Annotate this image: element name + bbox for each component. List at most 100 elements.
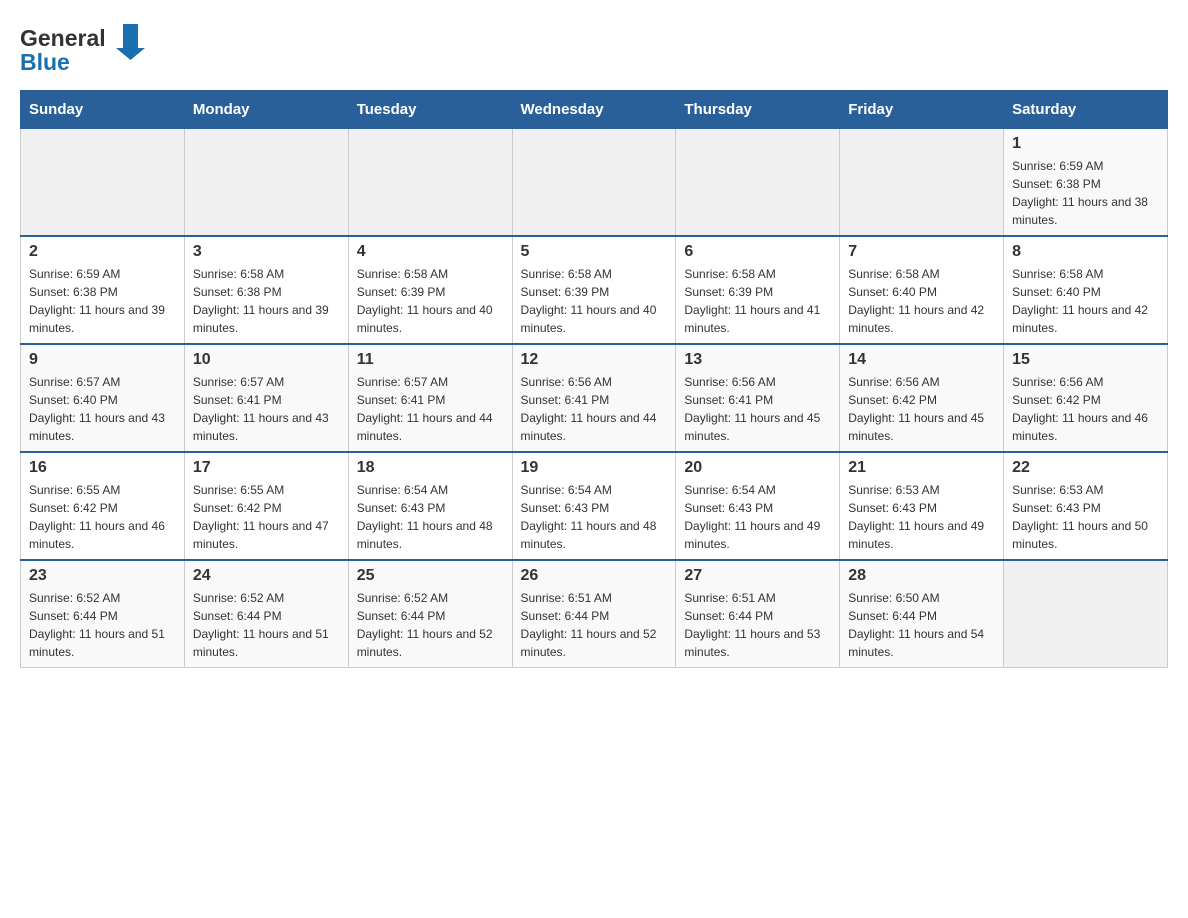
day-number: 6 [684, 243, 831, 261]
day-info: Sunrise: 6:51 AM Sunset: 6:44 PM Dayligh… [521, 589, 668, 661]
logo-svg: General Blue [20, 20, 150, 80]
day-number: 21 [848, 459, 995, 477]
day-info: Sunrise: 6:58 AM Sunset: 6:39 PM Dayligh… [357, 265, 504, 337]
day-info: Sunrise: 6:57 AM Sunset: 6:41 PM Dayligh… [357, 373, 504, 445]
calendar-day-cell: 22Sunrise: 6:53 AM Sunset: 6:43 PM Dayli… [1004, 452, 1168, 560]
calendar-day-cell: 20 Sunrise: 6:54 AM Sunset: 6:43 PM Dayli… [676, 452, 840, 560]
calendar-day-cell [1004, 560, 1168, 668]
page-header: General Blue [20, 20, 1168, 80]
logo: General Blue [20, 20, 150, 80]
day-info: Sunrise: 6:59 AM Sunset: 6:38 PM Dayligh… [29, 265, 176, 337]
calendar-day-cell: 10 Sunrise: 6:57 AM Sunset: 6:41 PM Dayli… [184, 344, 348, 452]
day-number: 22 [1012, 459, 1159, 477]
day-number: 8 [1012, 243, 1159, 261]
calendar-day-cell: 5 Sunrise: 6:58 AM Sunset: 6:39 PM Daylig… [512, 236, 676, 344]
day-info: Sunrise: 6:52 AM Sunset: 6:44 PM Dayligh… [357, 589, 504, 661]
svg-text:Blue: Blue [20, 49, 70, 75]
day-number: 12 [521, 351, 668, 369]
day-number: 5 [521, 243, 668, 261]
calendar-day-cell [512, 129, 676, 237]
calendar-day-cell: 18 Sunrise: 6:54 AM Sunset: 6:43 PM Dayli… [348, 452, 512, 560]
calendar-day-cell [840, 129, 1004, 237]
calendar-day-cell [676, 129, 840, 237]
calendar-week-row: 2 Sunrise: 6:59 AM Sunset: 6:38 PM Daylig… [21, 236, 1168, 344]
calendar-week-row: 1 Sunrise: 6:59 AM Sunset: 6:38 PM Daylig… [21, 129, 1168, 237]
day-info: Sunrise: 6:55 AM Sunset: 6:42 PM Dayligh… [29, 481, 176, 553]
calendar-day-cell: 14 Sunrise: 6:56 AM Sunset: 6:42 PM Dayli… [840, 344, 1004, 452]
col-header-sunday: Sunday [21, 91, 185, 129]
day-info: Sunrise: 6:58 AM Sunset: 6:39 PM Dayligh… [684, 265, 831, 337]
calendar-day-cell: 24 Sunrise: 6:52 AM Sunset: 6:44 PM Dayli… [184, 560, 348, 668]
day-info: Sunrise: 6:58 AM Sunset: 6:40 PM Dayligh… [1012, 265, 1159, 337]
day-number: 13 [684, 351, 831, 369]
calendar-day-cell: 8 Sunrise: 6:58 AM Sunset: 6:40 PM Daylig… [1004, 236, 1168, 344]
day-number: 18 [357, 459, 504, 477]
calendar-day-cell [348, 129, 512, 237]
day-info: Sunrise: 6:56 AM Sunset: 6:42 PM Dayligh… [848, 373, 995, 445]
day-number: 16 [29, 459, 176, 477]
day-info: Sunrise: 6:54 AM Sunset: 6:43 PM Dayligh… [684, 481, 831, 553]
calendar-day-cell: 11 Sunrise: 6:57 AM Sunset: 6:41 PM Dayli… [348, 344, 512, 452]
day-info: Sunrise: 6:54 AM Sunset: 6:43 PM Dayligh… [521, 481, 668, 553]
calendar-day-cell: 21 Sunrise: 6:53 AM Sunset: 6:43 PM Dayli… [840, 452, 1004, 560]
day-info: Sunrise: 6:51 AM Sunset: 6:44 PM Dayligh… [684, 589, 831, 661]
day-info: Sunrise: 6:52 AM Sunset: 6:44 PM Dayligh… [29, 589, 176, 661]
day-info: Sunrise: 6:59 AM Sunset: 6:38 PM Dayligh… [1012, 157, 1159, 229]
day-number: 4 [357, 243, 504, 261]
day-info: Sunrise: 6:58 AM Sunset: 6:40 PM Dayligh… [848, 265, 995, 337]
day-info: Sunrise: 6:53 AM Sunset: 6:43 PM Dayligh… [848, 481, 995, 553]
day-number: 14 [848, 351, 995, 369]
calendar-day-cell: 19 Sunrise: 6:54 AM Sunset: 6:43 PM Dayli… [512, 452, 676, 560]
day-number: 23 [29, 567, 176, 585]
day-number: 27 [684, 567, 831, 585]
day-number: 26 [521, 567, 668, 585]
calendar-table: SundayMondayTuesdayWednesdayThursdayFrid… [20, 90, 1168, 668]
calendar-day-cell: 17 Sunrise: 6:55 AM Sunset: 6:42 PM Dayli… [184, 452, 348, 560]
day-info: Sunrise: 6:56 AM Sunset: 6:42 PM Dayligh… [1012, 373, 1159, 445]
day-number: 24 [193, 567, 340, 585]
col-header-friday: Friday [840, 91, 1004, 129]
day-info: Sunrise: 6:50 AM Sunset: 6:44 PM Dayligh… [848, 589, 995, 661]
day-info: Sunrise: 6:56 AM Sunset: 6:41 PM Dayligh… [684, 373, 831, 445]
day-number: 1 [1012, 135, 1159, 153]
calendar-day-cell: 7 Sunrise: 6:58 AM Sunset: 6:40 PM Daylig… [840, 236, 1004, 344]
calendar-day-cell: 25 Sunrise: 6:52 AM Sunset: 6:44 PM Dayli… [348, 560, 512, 668]
day-info: Sunrise: 6:58 AM Sunset: 6:39 PM Dayligh… [521, 265, 668, 337]
calendar-day-cell: 16 Sunrise: 6:55 AM Sunset: 6:42 PM Dayli… [21, 452, 185, 560]
day-number: 17 [193, 459, 340, 477]
day-info: Sunrise: 6:54 AM Sunset: 6:43 PM Dayligh… [357, 481, 504, 553]
calendar-day-cell: 27 Sunrise: 6:51 AM Sunset: 6:44 PM Dayli… [676, 560, 840, 668]
calendar-day-cell: 9Sunrise: 6:57 AM Sunset: 6:40 PM Daylig… [21, 344, 185, 452]
day-info: Sunrise: 6:58 AM Sunset: 6:38 PM Dayligh… [193, 265, 340, 337]
calendar-day-cell [21, 129, 185, 237]
day-number: 25 [357, 567, 504, 585]
calendar-day-cell: 4 Sunrise: 6:58 AM Sunset: 6:39 PM Daylig… [348, 236, 512, 344]
calendar-day-cell: 26 Sunrise: 6:51 AM Sunset: 6:44 PM Dayli… [512, 560, 676, 668]
day-info: Sunrise: 6:55 AM Sunset: 6:42 PM Dayligh… [193, 481, 340, 553]
col-header-saturday: Saturday [1004, 91, 1168, 129]
day-number: 28 [848, 567, 995, 585]
calendar-day-cell: 15Sunrise: 6:56 AM Sunset: 6:42 PM Dayli… [1004, 344, 1168, 452]
svg-text:General: General [20, 25, 106, 51]
day-info: Sunrise: 6:52 AM Sunset: 6:44 PM Dayligh… [193, 589, 340, 661]
calendar-day-cell: 2 Sunrise: 6:59 AM Sunset: 6:38 PM Daylig… [21, 236, 185, 344]
day-number: 2 [29, 243, 176, 261]
day-number: 20 [684, 459, 831, 477]
calendar-week-row: 16 Sunrise: 6:55 AM Sunset: 6:42 PM Dayli… [21, 452, 1168, 560]
col-header-wednesday: Wednesday [512, 91, 676, 129]
calendar-day-cell [184, 129, 348, 237]
col-header-tuesday: Tuesday [348, 91, 512, 129]
calendar-week-row: 9Sunrise: 6:57 AM Sunset: 6:40 PM Daylig… [21, 344, 1168, 452]
calendar-day-cell: 13 Sunrise: 6:56 AM Sunset: 6:41 PM Dayli… [676, 344, 840, 452]
day-info: Sunrise: 6:57 AM Sunset: 6:40 PM Dayligh… [29, 373, 176, 445]
calendar-day-cell: 3Sunrise: 6:58 AM Sunset: 6:38 PM Daylig… [184, 236, 348, 344]
calendar-day-cell: 6 Sunrise: 6:58 AM Sunset: 6:39 PM Daylig… [676, 236, 840, 344]
day-number: 10 [193, 351, 340, 369]
day-number: 11 [357, 351, 504, 369]
day-number: 19 [521, 459, 668, 477]
day-number: 7 [848, 243, 995, 261]
day-info: Sunrise: 6:57 AM Sunset: 6:41 PM Dayligh… [193, 373, 340, 445]
calendar-week-row: 23 Sunrise: 6:52 AM Sunset: 6:44 PM Dayli… [21, 560, 1168, 668]
calendar-day-cell: 23 Sunrise: 6:52 AM Sunset: 6:44 PM Dayli… [21, 560, 185, 668]
calendar-header-row: SundayMondayTuesdayWednesdayThursdayFrid… [21, 91, 1168, 129]
